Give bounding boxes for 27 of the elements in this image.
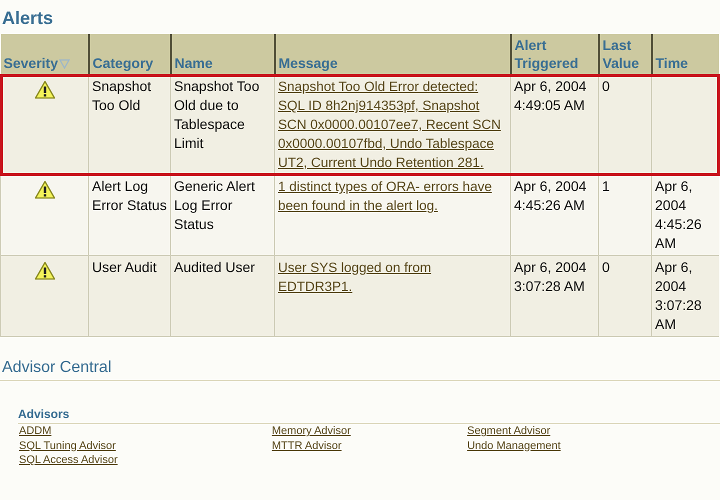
table-cell: 0 [602, 78, 610, 94]
advisor-link[interactable]: Segment Advisor [467, 424, 550, 438]
table-cell: Apr 6, 2004 4:49:05 AM [514, 78, 586, 113]
table-cell: Apr 6, 2004 3:07:28 AM [655, 259, 702, 332]
table-cell: Apr 6, 2004 3:07:28 AM [514, 259, 586, 294]
table-cell: Apr 6, 2004 4:45:26 AM [655, 178, 702, 251]
table-cell: Apr 6, 2004 4:45:26 AM [514, 178, 586, 213]
warning-icon [34, 180, 56, 200]
table-cell: Snapshot Too Old [92, 78, 152, 113]
table-cell: 1 [602, 178, 610, 194]
warning-icon [34, 80, 56, 100]
advisor-link[interactable]: Undo Management [467, 438, 561, 453]
advisor-link[interactable]: SQL Access Advisor [19, 453, 118, 468]
warning-icon [34, 261, 56, 281]
advisor-link[interactable]: SQL Tuning Advisor [19, 438, 116, 453]
table-cell: 0 [602, 259, 610, 275]
table-cell: Snapshot Too Old due to Tablespace Limit [174, 78, 260, 151]
table-cell: Alert Log Error Status [92, 178, 167, 213]
subsection-title: Advisors [18, 407, 720, 424]
section-title: Alerts [1, 7, 54, 28]
advisor-link[interactable]: Memory Advisor [272, 424, 351, 438]
table-cell: Generic Alert Log Error Status [174, 178, 255, 232]
advisor-link[interactable]: MTTR Advisor [272, 438, 342, 453]
advisor-link[interactable]: ADDM [19, 424, 52, 438]
table-cell: User Audit [92, 259, 157, 275]
section-title: Advisor Central [0, 359, 720, 381]
table-cell: Audited User [174, 259, 255, 275]
